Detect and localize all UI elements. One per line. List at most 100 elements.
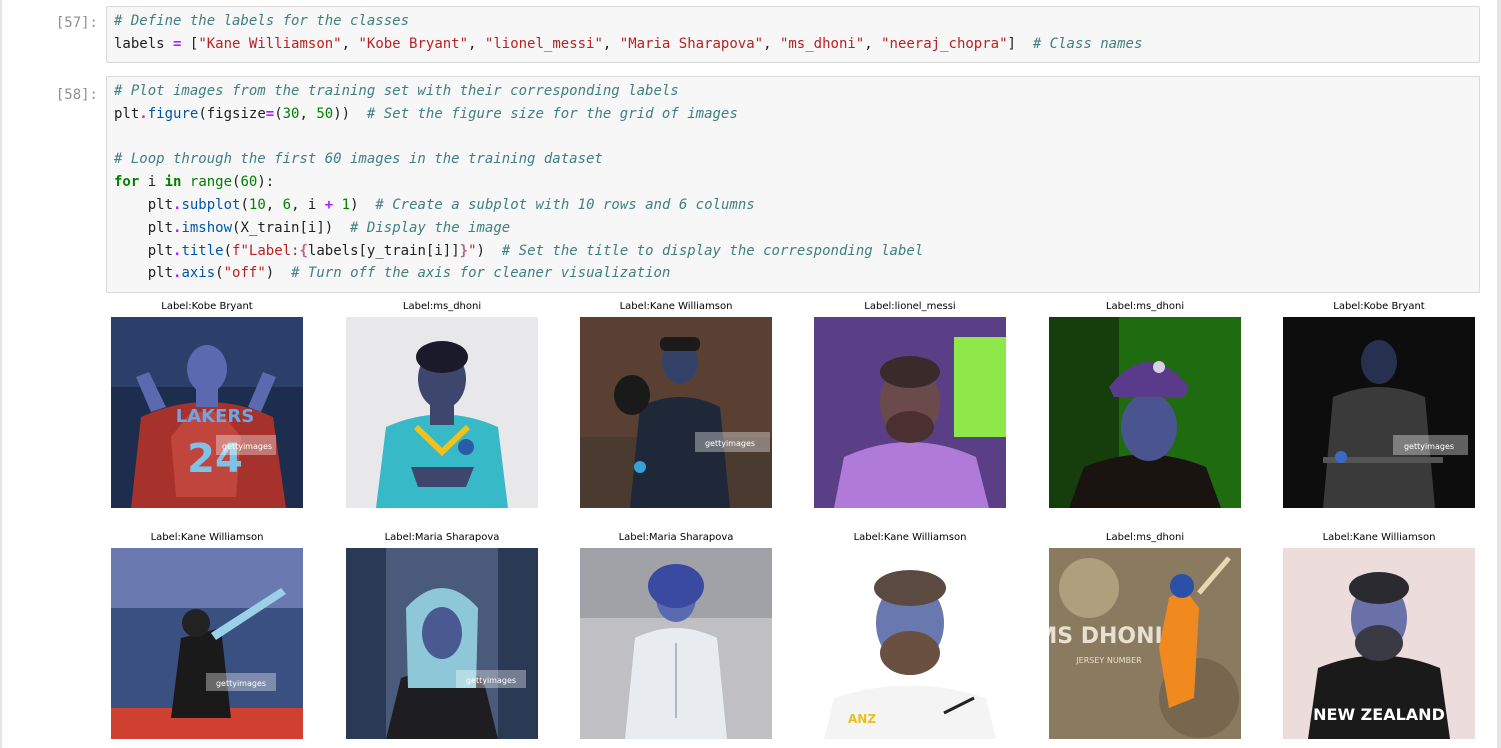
code-line[interactable]: labels = ["Kane Williamson", "Kobe Bryan… xyxy=(114,33,1142,56)
code-token: . xyxy=(139,105,148,122)
code-token: 6 xyxy=(282,196,292,213)
code-token: { xyxy=(299,242,308,259)
subplot: Label:Maria Sharapova gettyimages xyxy=(346,531,538,741)
code-token: plt xyxy=(114,265,174,282)
subplot: Label:ms_dhoni xyxy=(346,300,538,510)
code-token: [ xyxy=(181,35,199,52)
code-token: 10 xyxy=(248,196,266,213)
code-token: range xyxy=(189,174,233,191)
subplot: Label:Kane Williamson gettyimages xyxy=(580,300,772,510)
code-token: ) xyxy=(265,265,292,282)
training-image: MS DHONI JERSEY NUMBER xyxy=(1049,548,1241,739)
code-token: subplot xyxy=(181,196,241,213)
code-token: ( xyxy=(240,196,249,213)
code-token: # Plot images from the training set with… xyxy=(114,83,679,99)
code-token: } xyxy=(459,242,469,259)
code-token: , xyxy=(602,35,620,52)
code-token: , xyxy=(468,35,485,52)
code-token: labels xyxy=(114,35,174,52)
code-editor[interactable]: # Plot images from the training set with… xyxy=(114,80,923,285)
code-token: ] xyxy=(1007,35,1033,52)
image-text: NEW ZEALAND xyxy=(1313,705,1445,724)
code-token: # Create a subplot with 10 rows and 6 co… xyxy=(375,196,755,213)
code-token: "Maria Sharapova" xyxy=(619,35,764,52)
code-token: 30 xyxy=(282,105,300,122)
code-token: "off" xyxy=(223,265,266,282)
subplot: Label:Kobe Bryant gettyimages xyxy=(1283,300,1475,510)
code-token: "ms_dhoni" xyxy=(779,35,865,52)
code-line[interactable] xyxy=(114,126,923,149)
code-token: = xyxy=(265,105,275,122)
cell-prompt-58: [58]: xyxy=(55,87,98,103)
code-token: 1 xyxy=(341,196,351,213)
code-line[interactable]: plt.title(f"Label:{labels[y_train[i]]}")… xyxy=(114,240,924,263)
code-token: # Turn off the axis for cleaner visualiz… xyxy=(291,265,671,282)
code-line[interactable]: # Loop through the first 60 images in th… xyxy=(114,148,923,171)
code-line[interactable]: for i in range(60): xyxy=(114,171,923,194)
notebook-left-edge xyxy=(0,0,2,748)
code-token: ( xyxy=(223,242,233,259)
subplot: Label:Kane Williamson NEW ZEALAND xyxy=(1283,531,1475,741)
code-cell-58-input[interactable]: # Plot images from the training set with… xyxy=(106,76,1480,293)
code-token: in xyxy=(164,174,182,191)
code-token: figure xyxy=(147,105,199,122)
cell-prompt-57: [57]: xyxy=(55,15,98,31)
code-token: ( xyxy=(215,265,224,282)
code-token: " xyxy=(468,242,477,259)
code-token: imshow xyxy=(181,219,233,236)
code-line[interactable]: plt.imshow(X_train[i]) # Display the ima… xyxy=(114,217,923,240)
code-editor[interactable]: # Define the labels for the classes label… xyxy=(114,10,1142,56)
subplot-title: Label:Maria Sharapova xyxy=(618,532,734,543)
image-text: JERSEY NUMBER xyxy=(1075,656,1142,665)
subplot: Label:Kobe Bryant LAKERS 24 gettyimages xyxy=(111,300,303,510)
code-token: "neeraj_chopra" xyxy=(881,35,1008,52)
training-image xyxy=(814,317,1006,508)
code-line[interactable]: # Plot images from the training set with… xyxy=(114,80,923,103)
image-text: LAKERS xyxy=(176,406,254,427)
notebook-area: [57]: # Define the labels for the classe… xyxy=(0,0,1501,748)
code-token: "Kane Williamson" xyxy=(198,35,342,52)
code-token: ) xyxy=(350,196,376,213)
subplot-title: Label:Kane Williamson xyxy=(1322,532,1436,543)
code-token: # Loop through the first 60 images in th… xyxy=(114,151,603,168)
code-token: plt xyxy=(114,196,174,213)
subplot-title: Label:ms_dhoni xyxy=(1105,532,1185,543)
notebook-scrollbar[interactable] xyxy=(1497,0,1501,748)
training-image: gettyimages xyxy=(580,317,772,508)
subplot-title: Label:ms_dhoni xyxy=(1105,301,1185,312)
code-line[interactable]: plt.axis("off") # Turn off the axis for … xyxy=(114,262,923,285)
code-token: # Class names xyxy=(1032,35,1143,52)
subplot: Label:ms_dhoni xyxy=(1049,300,1241,510)
training-image xyxy=(346,317,538,508)
code-token: ( xyxy=(274,105,283,122)
subplot: Label:Kane Williamson gettyimages xyxy=(111,531,303,741)
subplot: Label:lionel_messi xyxy=(814,300,1006,510)
training-image: ANZ xyxy=(814,548,1006,739)
subplot: Label:ms_dhoni MS DHONI JERSEY NUMBER xyxy=(1049,531,1241,741)
code-token: ) xyxy=(476,242,502,259)
code-token: "lionel_messi" xyxy=(484,35,603,52)
code-line[interactable]: plt.subplot(10, 6, i + 1) # Create a sub… xyxy=(114,194,923,217)
subplot-title: Label:Kane Williamson xyxy=(853,532,967,543)
training-image xyxy=(1049,317,1241,508)
code-token: ): xyxy=(257,174,275,191)
subplot: Label:Maria Sharapova xyxy=(580,531,772,741)
output-image-grid: Label:Kobe Bryant LAKERS 24 gettyimages xyxy=(111,300,1481,748)
subplot-title: Label:Kobe Bryant xyxy=(161,301,253,312)
code-cell-57-input[interactable]: # Define the labels for the classes label… xyxy=(106,6,1480,63)
code-token: , i xyxy=(291,196,325,213)
code-line[interactable]: # Define the labels for the classes xyxy=(114,10,1142,33)
watermark-text: gettyimages xyxy=(705,439,755,448)
code-token: , xyxy=(341,35,359,52)
code-token: labels[y_train[i]] xyxy=(307,242,460,259)
code-line[interactable]: plt.figure(figsize=(30, 50)) # Set the f… xyxy=(114,103,923,126)
code-token: (figsize xyxy=(198,105,266,122)
code-token: "Kobe Bryant" xyxy=(358,35,469,52)
code-token: # Set the title to display the correspon… xyxy=(501,242,924,259)
code-token: plt xyxy=(114,105,140,122)
image-text: MS DHONI xyxy=(1049,624,1163,649)
code-token: axis xyxy=(181,265,216,282)
code-token: 60 xyxy=(240,174,258,191)
image-text: ANZ xyxy=(848,712,876,726)
